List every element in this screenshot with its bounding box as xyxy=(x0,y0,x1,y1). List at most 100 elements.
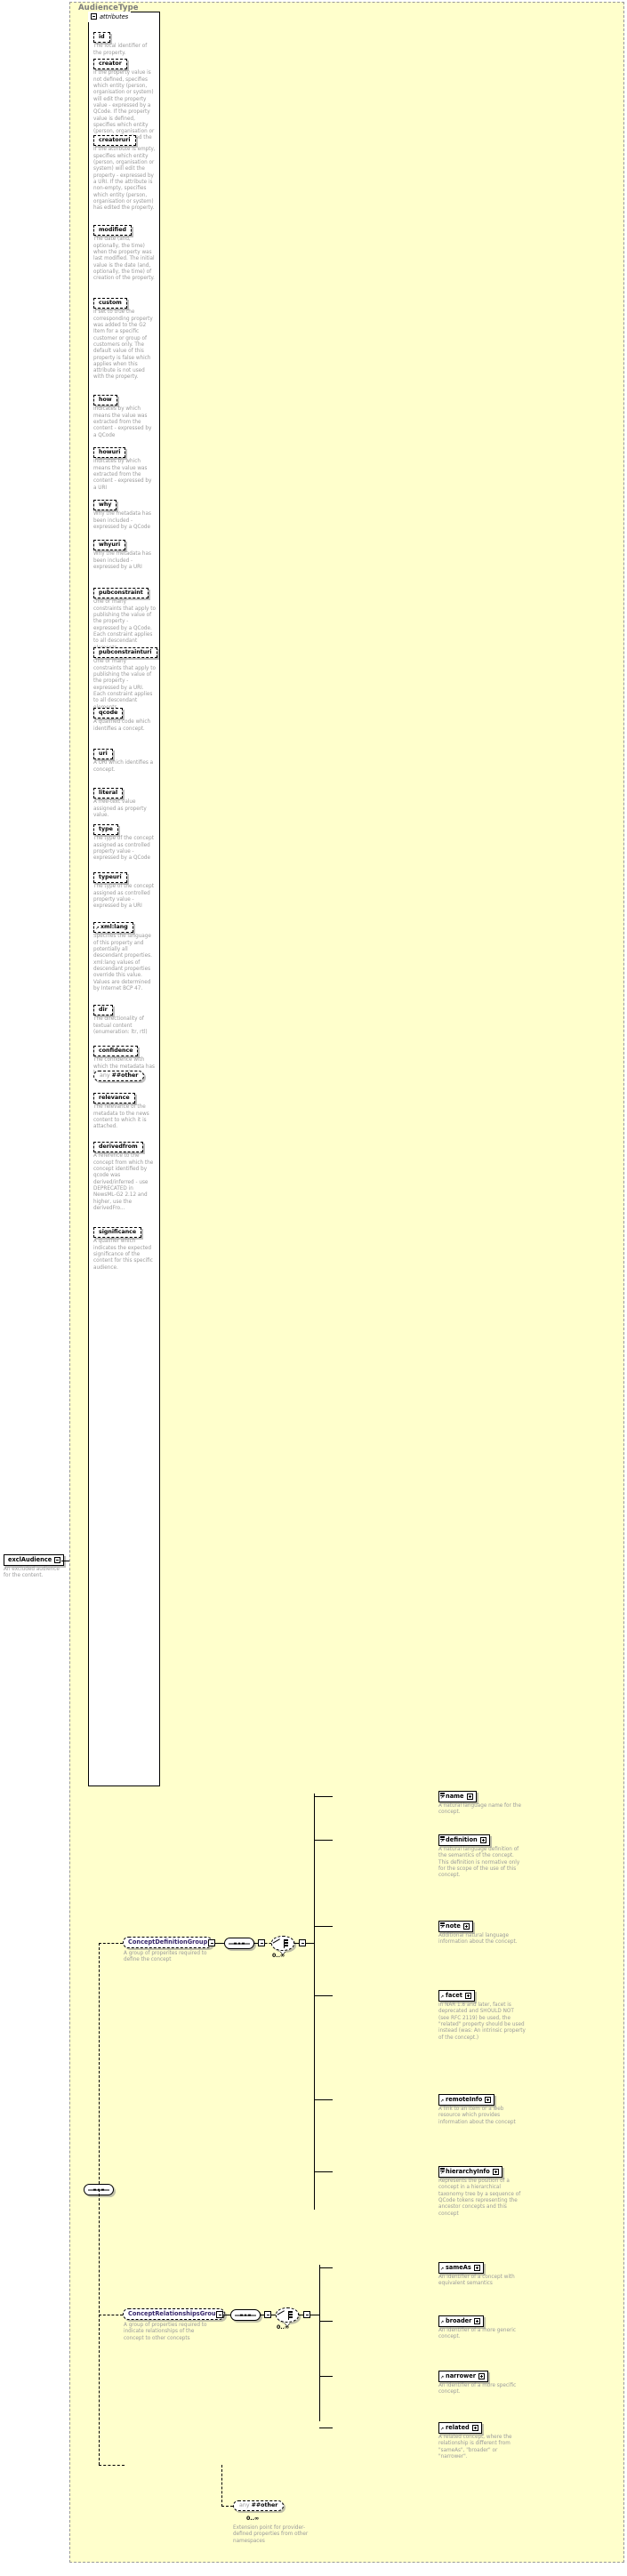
attribute-box-uri[interactable]: uri xyxy=(93,749,113,759)
attributes-collapse-icon[interactable] xyxy=(91,13,97,20)
attribute-box-creatoruri[interactable]: creatoruri xyxy=(93,135,136,146)
attribute-creatoruri: creatoruri If the attribute is empty, spe… xyxy=(93,135,157,212)
element-name-label: note xyxy=(446,1923,461,1930)
group-documentation-concept-relationships: A group of properties required to indica… xyxy=(124,2323,214,2342)
expand-icon[interactable] xyxy=(485,2097,491,2103)
connector-to-extension-any xyxy=(99,2465,125,2466)
attribute-box-type[interactable]: type xyxy=(93,824,118,835)
element-box-broader[interactable]: ↗broader xyxy=(438,2315,484,2327)
element-name: ↗nameA natural language name for the con… xyxy=(438,1791,526,1817)
choice-compositor-definition[interactable] xyxy=(271,1936,294,1951)
group-expander-concept-definition[interactable] xyxy=(208,1939,215,1946)
extension-any-keyword: any xyxy=(239,2502,250,2508)
element-name-label: related xyxy=(446,2425,470,2432)
attribute-name-label: dir xyxy=(99,1007,108,1013)
sequence-compositor-relationships[interactable] xyxy=(230,2309,261,2321)
attribute-box-howuri[interactable]: howuri xyxy=(93,447,125,458)
attribute-box-dir[interactable]: dir xyxy=(93,1005,113,1015)
expand-icon[interactable] xyxy=(472,2425,478,2431)
element-documentation: An identifier of a concept with equivale… xyxy=(438,2275,526,2288)
attributes-tab[interactable]: attributes xyxy=(88,12,131,22)
attribute-name-label: creatoruri xyxy=(99,137,131,143)
extension-any-box[interactable]: any ##other xyxy=(233,2500,284,2511)
attribute-type: typeThe type of the concept assigned as … xyxy=(93,824,157,863)
element-ref-arrow-icon: ↗ xyxy=(440,1926,444,1930)
expand-icon[interactable] xyxy=(463,1923,470,1930)
element-box-sameAs[interactable]: ↗sameAs xyxy=(438,2262,484,2274)
attribute-name-label: whyuri xyxy=(99,542,120,548)
attribute-box-derivedfrom[interactable]: derivedfrom xyxy=(93,1142,143,1152)
attribute-box-relevance[interactable]: relevance xyxy=(93,1093,135,1103)
element-box-name[interactable]: ↗name xyxy=(438,1791,477,1802)
connector-stub xyxy=(314,1796,333,1797)
expand-icon[interactable] xyxy=(493,2169,499,2175)
expand-icon[interactable] xyxy=(480,1837,486,1843)
element-related: ↗relatedA related concept, where the rel… xyxy=(438,2422,526,2460)
group-label-concept-definition: ConceptDefinitionGroup xyxy=(128,1938,207,1946)
element-name-label: exclAudience xyxy=(8,1557,52,1564)
expand-icon[interactable] xyxy=(465,1993,471,1999)
expand-icon[interactable] xyxy=(478,2373,485,2379)
element-excl-audience[interactable]: exclAudience An excluded audience for th… xyxy=(4,1554,68,1580)
attribute-box-xml-lang[interactable]: ↗xml:lang xyxy=(93,922,133,933)
attribute-box-literal[interactable]: literal xyxy=(93,788,123,798)
attribute-box-modified[interactable]: modified xyxy=(93,225,132,236)
element-ref-arrow-icon: ↗ xyxy=(440,2321,444,2325)
attribute-any-box[interactable]: any ##other xyxy=(93,1071,144,1081)
choice-compositor-relationships[interactable] xyxy=(276,2307,299,2323)
connector-stub xyxy=(314,1926,333,1927)
expand-icon[interactable] xyxy=(474,2318,480,2324)
element-box-narrower[interactable]: ↗narrower xyxy=(438,2371,488,2382)
sequence-compositor-definition[interactable] xyxy=(224,1938,254,1949)
attribute-box-how[interactable]: how xyxy=(93,395,117,405)
extension-any-occurrence: 0..∞ xyxy=(246,2516,259,2522)
attribute-box-significance[interactable]: significance xyxy=(93,1227,141,1238)
connector-choice1-to-children xyxy=(306,1943,314,1944)
element-box-excl-audience[interactable]: exclAudience xyxy=(4,1554,64,1566)
element-sameAs: ↗sameAsAn identifier of a concept with e… xyxy=(438,2262,526,2288)
attribute-documentation: One or many constraints that apply to pu… xyxy=(93,599,156,651)
attribute-box-creator[interactable]: creator xyxy=(93,59,127,69)
group-box-concept-relationships[interactable]: ConceptRelationshipsGroup xyxy=(123,2308,225,2320)
element-box-related[interactable]: ↗related xyxy=(438,2422,482,2434)
choice-expander-definition[interactable] xyxy=(299,1939,306,1946)
expand-icon[interactable] xyxy=(474,2265,480,2271)
attribute-box-whyuri[interactable]: whyuri xyxy=(93,540,125,550)
element-box-hierarchyInfo[interactable]: ↗hierarchyInfo xyxy=(438,2166,502,2178)
attribute-name-label: pubconstrainturi xyxy=(99,649,152,655)
expand-icon[interactable] xyxy=(467,1794,473,1800)
attribute-box-pubconstraint[interactable]: pubconstraint xyxy=(93,588,149,598)
choice-bars-icon xyxy=(283,1939,288,1948)
element-ref-arrow-icon: ↗ xyxy=(440,2099,444,2104)
attribute-box-typeuri[interactable]: typeuri xyxy=(93,872,127,883)
element-box-facet[interactable]: ↗facet xyxy=(438,1990,475,2002)
attribute-documentation: If the attribute is empty, specifies whi… xyxy=(93,147,156,212)
attribute-how: howIndicates by which means the value wa… xyxy=(93,395,157,439)
attribute-box-confidence[interactable]: confidence xyxy=(93,1046,138,1056)
attribute-box-pubconstrainturi[interactable]: pubconstrainturi xyxy=(93,647,157,658)
attribute-derivedfrom: derivedfromA reference to the concept fr… xyxy=(93,1142,157,1212)
choice-expander-relationships[interactable] xyxy=(303,2311,310,2318)
element-box-remoteInfo[interactable]: ↗remoteInfo xyxy=(438,2094,494,2106)
attribute-box-why[interactable]: why xyxy=(93,500,117,510)
group-box-concept-definition[interactable]: ConceptDefinitionGroup xyxy=(123,1937,213,1948)
attribute-name-label: significance xyxy=(99,1229,136,1235)
connector-stub xyxy=(314,2171,333,2172)
attribute-name-label: xml:lang xyxy=(100,924,128,930)
element-box-note[interactable]: ↗note xyxy=(438,1921,473,1932)
connector-root-spine xyxy=(99,1943,100,2184)
element-ref-arrow-icon: ↗ xyxy=(440,2428,444,2432)
attribute-name-label: howuri xyxy=(99,449,120,455)
occurrence-label-relationships: 0..∞ xyxy=(277,2324,289,2331)
group-expander-concept-relationships[interactable] xyxy=(216,2311,223,2318)
attribute-significance: significanceA qualifier which indicates … xyxy=(93,1227,157,1272)
attribute-modified: modifiedThe date (and, optionally, the t… xyxy=(93,225,157,283)
element-box-definition[interactable]: ↗definition xyxy=(438,1834,490,1846)
attribute-box-qcode[interactable]: qcode xyxy=(93,708,123,718)
attribute-box-custom[interactable]: custom xyxy=(93,298,127,309)
sequence-expander-definition[interactable] xyxy=(258,1939,265,1946)
attribute-box-id[interactable]: id xyxy=(93,32,110,43)
collapse-icon[interactable] xyxy=(54,1557,60,1563)
sequence-expander-relationships[interactable] xyxy=(264,2311,271,2318)
element-documentation: In NAR 1.8 and later, facet is deprecate… xyxy=(438,2002,526,2042)
